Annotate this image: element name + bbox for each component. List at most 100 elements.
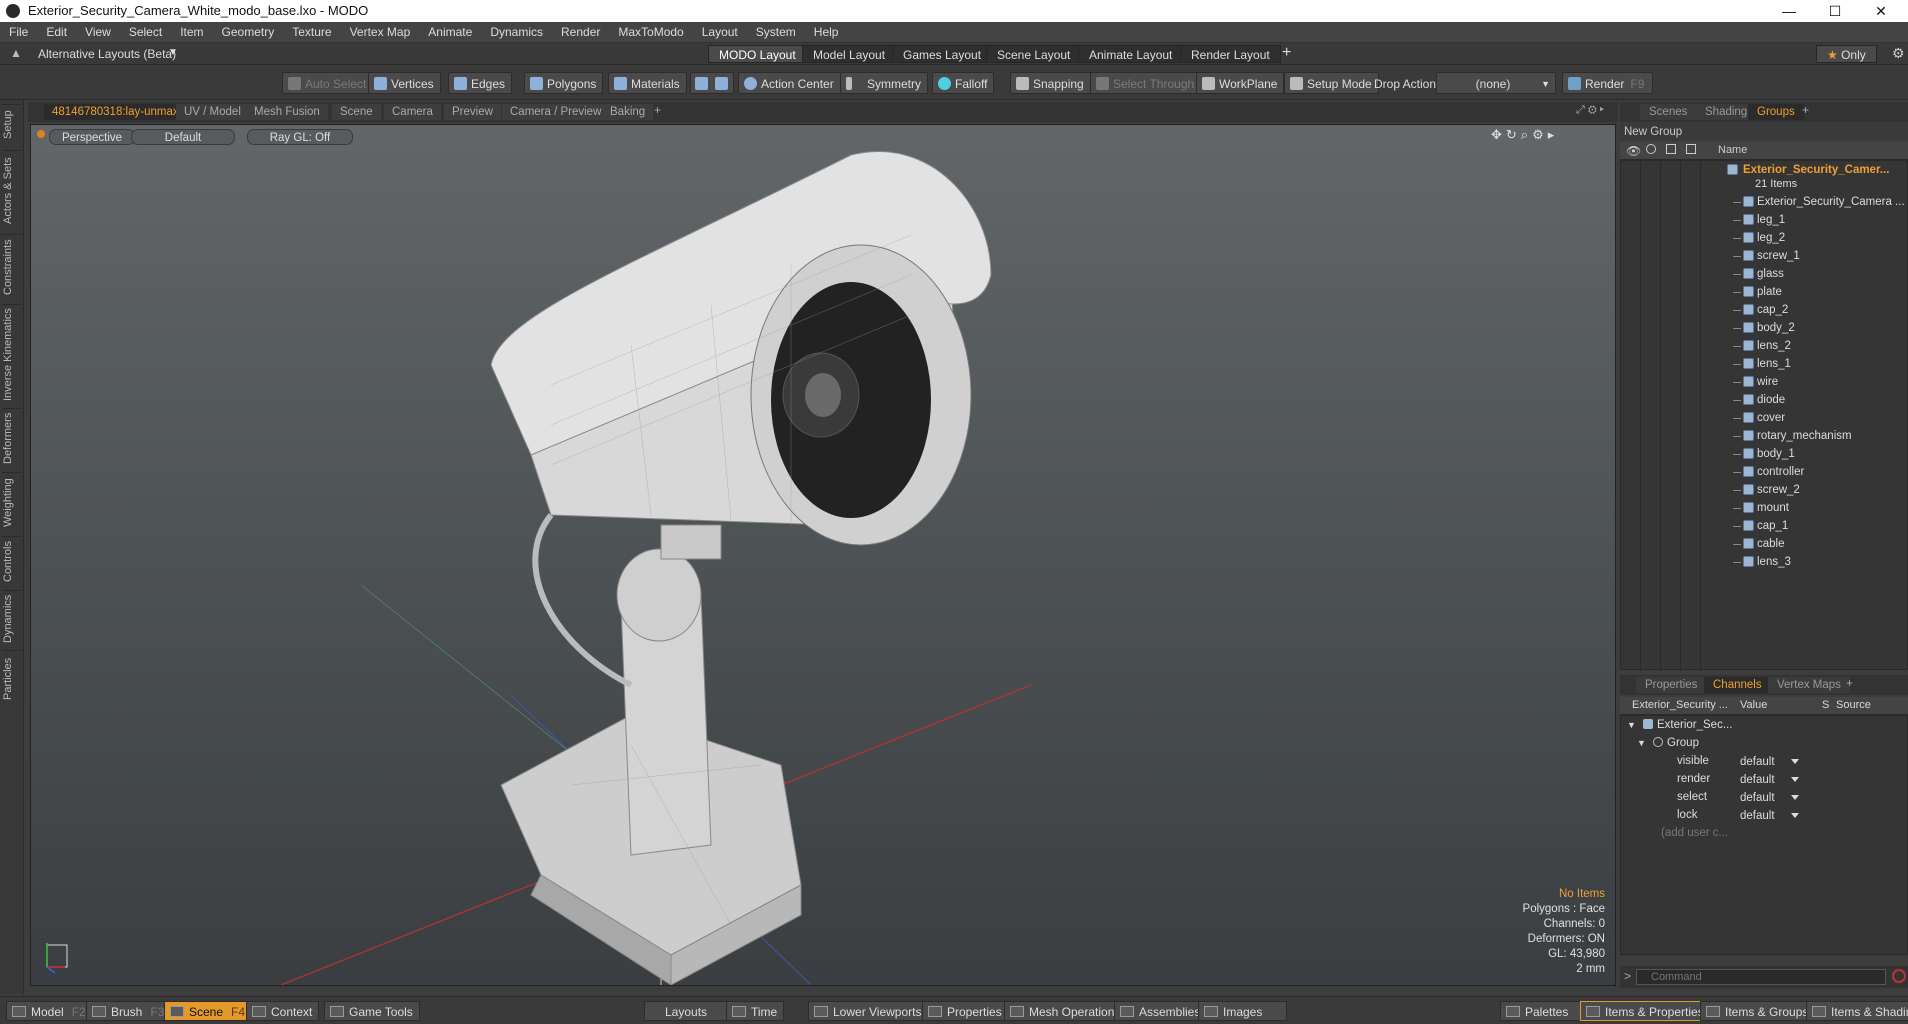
game-tools-button[interactable]: Game Tools (324, 1001, 420, 1021)
tab-animate-layout[interactable]: Animate Layout (1078, 45, 1184, 63)
action-center-button[interactable]: Action Center (738, 72, 841, 94)
group-item-row[interactable]: rotary_mechanism (1621, 427, 1908, 445)
images-button[interactable]: Images (1198, 1001, 1288, 1021)
tab-scenes[interactable]: Scenes (1640, 104, 1697, 120)
record-icon[interactable] (1892, 969, 1906, 983)
eye-icon[interactable]: 👁 (1626, 144, 1641, 158)
scene-button[interactable]: Scene F4 (164, 1001, 253, 1021)
assemblies-button[interactable]: Assemblies (1114, 1001, 1208, 1021)
select-through-button[interactable]: Select Through (1090, 72, 1202, 94)
tab-camera[interactable]: Camera (384, 104, 441, 120)
viewport-options-icon[interactable]: ⤢ ⚙ ▸ (1576, 104, 1604, 117)
tab-camera-preview[interactable]: Camera / Preview (502, 104, 610, 120)
tab-setup[interactable]: Setup (2, 104, 22, 144)
lower-viewports-button[interactable]: Lower Viewports (808, 1001, 929, 1021)
menu-layout[interactable]: Layout (693, 22, 747, 43)
context-button[interactable]: Context (246, 1001, 320, 1021)
tab-groups[interactable]: Groups (1748, 104, 1804, 120)
lock-toggle-icon[interactable] (1686, 144, 1696, 154)
auto-select-button[interactable]: Auto Select (282, 72, 374, 94)
tab-inverse-kinematics[interactable]: Inverse Kinematics (2, 304, 22, 404)
layout-menu-icon[interactable]: ▲ (10, 46, 22, 60)
group-item-row[interactable]: cable (1621, 535, 1908, 553)
drop-action-select[interactable]: (none) ▼ (1436, 72, 1556, 94)
menu-view[interactable]: View (76, 22, 120, 43)
layouts-button[interactable]: Layouts (644, 1001, 729, 1021)
menu-texture[interactable]: Texture (283, 22, 340, 43)
group-item-row[interactable]: lens_2 (1621, 337, 1908, 355)
command-input[interactable] (1636, 969, 1886, 985)
menu-vertex-map[interactable]: Vertex Map (341, 22, 420, 43)
symmetry-button[interactable]: Symmetry (840, 72, 928, 94)
group-item-row[interactable]: cover (1621, 409, 1908, 427)
polygons-button[interactable]: Polygons (524, 72, 604, 94)
group-item-row[interactable]: glass (1621, 265, 1908, 283)
menu-edit[interactable]: Edit (37, 22, 76, 43)
group-item-row[interactable]: cap_2 (1621, 301, 1908, 319)
group-item-row[interactable]: leg_2 (1621, 229, 1908, 247)
menu-geometry[interactable]: Geometry (213, 22, 284, 43)
channel-root-row[interactable]: ▼ Exterior_Sec... (1621, 716, 1908, 734)
menu-system[interactable]: System (747, 22, 805, 43)
group-item-row[interactable]: controller (1621, 463, 1908, 481)
group-item-row[interactable]: screw_2 (1621, 481, 1908, 499)
select-toggle-icon[interactable] (1666, 144, 1676, 154)
group-item-row[interactable]: diode (1621, 391, 1908, 409)
group-item-row[interactable]: wire (1621, 373, 1908, 391)
chevron-down-icon[interactable]: ▼ (168, 47, 178, 58)
group-item-row[interactable]: plate (1621, 283, 1908, 301)
channel-value-dropdown[interactable]: default (1738, 753, 1802, 769)
tab-mesh-fusion[interactable]: Mesh Fusion (246, 104, 328, 120)
maximize-button[interactable]: ☐ (1812, 0, 1858, 22)
tab-baking[interactable]: Baking (602, 104, 654, 120)
render-button[interactable]: Render F9 (1562, 72, 1654, 94)
items-properties-button[interactable]: Items & Properties (1580, 1001, 1711, 1021)
tab-properties[interactable]: Properties (1636, 677, 1707, 693)
menu-render[interactable]: Render (552, 22, 609, 43)
properties-button[interactable]: Properties (922, 1001, 1009, 1021)
group-item-row[interactable]: screw_1 (1621, 247, 1908, 265)
tab-particles[interactable]: Particles (2, 650, 22, 706)
minimize-button[interactable]: — (1766, 0, 1812, 22)
menu-item[interactable]: Item (171, 22, 212, 43)
menu-dynamics[interactable]: Dynamics (481, 22, 552, 43)
tab-scene-layout[interactable]: Scene Layout (986, 45, 1082, 63)
select-mode-buttons[interactable] (690, 72, 734, 94)
tab-actors-sets[interactable]: Actors & Sets (2, 150, 22, 230)
palettes-button[interactable]: Palettes (1500, 1001, 1582, 1021)
menu-help[interactable]: Help (805, 22, 848, 43)
channel-value-dropdown[interactable]: default (1738, 789, 1802, 805)
group-item-row[interactable]: Exterior_Security_Camera ... (1621, 193, 1908, 211)
menu-select[interactable]: Select (120, 22, 171, 43)
tab-controls[interactable]: Controls (2, 536, 22, 586)
tab-lay-unmax[interactable]: 48146780318:lay-unmax (44, 104, 187, 120)
add-user-channel-row[interactable]: (add user c... (1621, 824, 1908, 842)
model-button[interactable]: Model F2 (6, 1001, 93, 1021)
group-item-row[interactable]: lens_3 (1621, 553, 1908, 571)
mesh-operations-button[interactable]: Mesh Operations (1004, 1001, 1128, 1021)
only-button[interactable]: ★ Only (1816, 45, 1877, 63)
tab-weighting[interactable]: Weighting (2, 472, 22, 532)
group-item-row[interactable]: body_1 (1621, 445, 1908, 463)
tab-render-layout[interactable]: Render Layout (1180, 45, 1281, 63)
tab-vertex-maps[interactable]: Vertex Maps (1768, 677, 1850, 693)
falloff-button[interactable]: Falloff (932, 72, 995, 94)
workplane-button[interactable]: WorkPlane (1196, 72, 1285, 94)
tab-modo-layout[interactable]: MODO Layout (708, 45, 807, 63)
menu-file[interactable]: File (0, 22, 37, 43)
materials-button[interactable]: Materials (608, 72, 687, 94)
tab-preview[interactable]: Preview (444, 104, 501, 120)
items-shading-button[interactable]: Items & Shading (1806, 1001, 1908, 1021)
add-viewport-tab-button[interactable]: + (654, 103, 661, 117)
tab-uv-model[interactable]: UV / Model (176, 104, 249, 120)
brush-button[interactable]: Brush F3 (86, 1001, 172, 1021)
group-item-row[interactable]: cap_1 (1621, 517, 1908, 535)
tab-model-layout[interactable]: Model Layout (802, 45, 897, 63)
time-button[interactable]: Time (726, 1001, 785, 1021)
group-item-row[interactable]: mount (1621, 499, 1908, 517)
edges-button[interactable]: Edges (448, 72, 513, 94)
group-item-row[interactable]: lens_1 (1621, 355, 1908, 373)
snapping-button[interactable]: Snapping (1010, 72, 1091, 94)
setup-mode-button[interactable]: Setup Mode (1284, 72, 1379, 94)
tab-channels[interactable]: Channels (1704, 677, 1771, 693)
